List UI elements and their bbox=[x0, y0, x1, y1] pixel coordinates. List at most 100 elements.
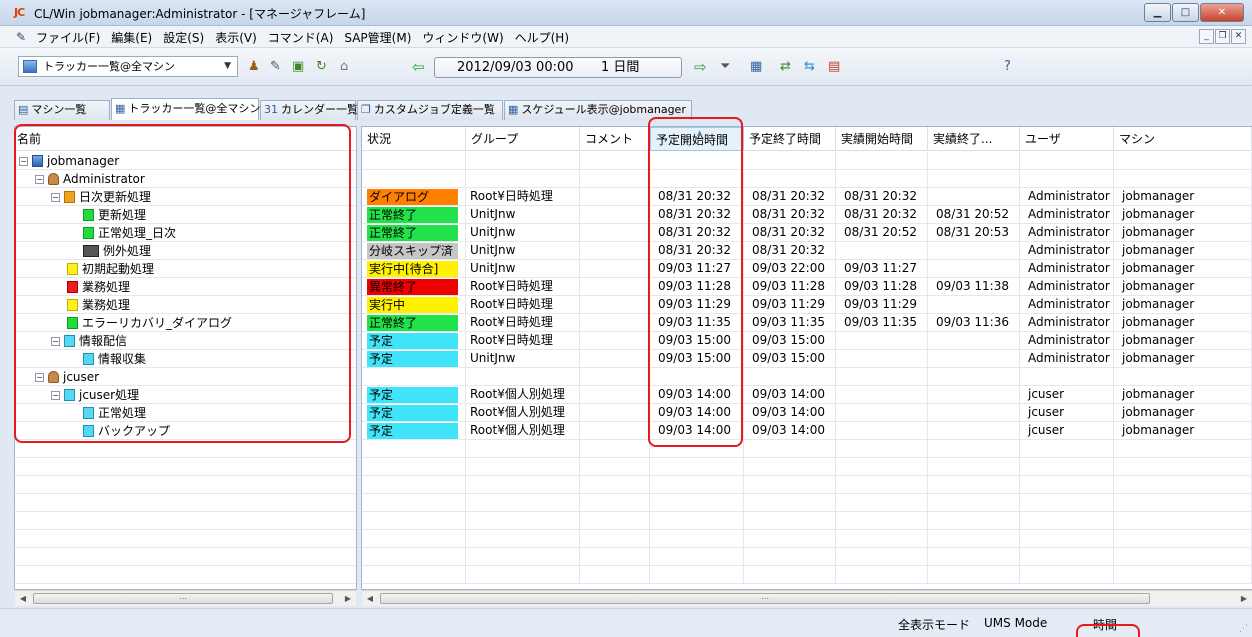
cell-comment bbox=[580, 332, 650, 349]
status-badge: ダイアログ bbox=[367, 189, 458, 205]
cell-status: 予定 bbox=[362, 350, 466, 367]
table-row[interactable]: 予定 Root¥日時処理 09/03 15:00 09/03 15:00 Adminis… bbox=[362, 332, 1252, 350]
tools-icon[interactable]: ✎ bbox=[270, 60, 281, 74]
toolbar: トラッカー一覧@全マシン ▼ ♟ ✎ ▣ ↻ ⌂ ⇦ 2012/09/03 00… bbox=[0, 48, 1252, 86]
cell-status bbox=[362, 548, 466, 565]
scroll-left-icon[interactable]: ◀ bbox=[362, 591, 378, 606]
scroll-right-icon[interactable]: ▶ bbox=[1236, 591, 1252, 606]
table-row[interactable]: 予定 Root¥個人別処理 09/03 14:00 09/03 14:00 jcuser… bbox=[362, 386, 1252, 404]
table-row bbox=[362, 476, 1252, 494]
table-row[interactable]: 正常終了 UnitJnw 08/31 20:32 08/31 20:32 08/31 2… bbox=[362, 224, 1252, 242]
menu-item-5[interactable]: SAP管理(M) bbox=[344, 29, 411, 46]
column-header-plan_end[interactable]: 予定終了時間 bbox=[744, 127, 836, 151]
scroll-thumb[interactable]: ⋯ bbox=[380, 593, 1150, 604]
prev-arrow-icon[interactable]: ⇦ bbox=[412, 60, 425, 75]
tree-row bbox=[15, 458, 356, 476]
sync-icon[interactable]: ⇄ bbox=[780, 60, 791, 74]
cell-status bbox=[362, 494, 466, 511]
refresh-icon[interactable]: ↻ bbox=[316, 60, 327, 74]
tab-2[interactable]: 31 カレンダー一覧 bbox=[260, 100, 358, 120]
scroll-left-icon[interactable]: ◀ bbox=[15, 591, 31, 606]
menu-item-2[interactable]: 設定(S) bbox=[163, 29, 204, 46]
mdi-close-button[interactable]: ✕ bbox=[1231, 29, 1246, 44]
column-header-act_end[interactable]: 実績終了... bbox=[928, 127, 1020, 151]
cell-machine bbox=[1114, 530, 1252, 547]
mdi-restore-button[interactable]: ❐ bbox=[1215, 29, 1230, 44]
next-arrow-icon[interactable]: ⇨ bbox=[694, 60, 707, 75]
date-range-box[interactable]: 2012/09/03 00:00 1 日間 bbox=[434, 57, 682, 78]
column-header-comment[interactable]: コメント bbox=[580, 127, 650, 151]
mdi-child-icon[interactable]: ✎ bbox=[16, 30, 26, 44]
maximize-button[interactable]: □ bbox=[1172, 3, 1199, 22]
menu-item-4[interactable]: コマンド(A) bbox=[268, 29, 334, 46]
filter-icon[interactable]: ⏷ bbox=[720, 60, 730, 74]
tab-0[interactable]: ▤ マシン一覧 bbox=[14, 100, 110, 120]
cell-group bbox=[466, 440, 580, 457]
grid-hscrollbar[interactable]: ◀ ⋯ ▶ bbox=[362, 590, 1252, 606]
table-row[interactable]: 実行中[待合] UnitJnw 09/03 11:27 09/03 22:00 09/0… bbox=[362, 260, 1252, 278]
column-header-machine[interactable]: マシン bbox=[1114, 127, 1252, 151]
tab-1[interactable]: ▦ トラッカー一覧@全マシン bbox=[111, 98, 260, 120]
menu-item-1[interactable]: 編集(E) bbox=[111, 29, 152, 46]
chevron-down-icon[interactable]: ▼ bbox=[224, 57, 231, 76]
cell-plan_start bbox=[650, 476, 744, 493]
cell-act_start: 09/03 11:28 bbox=[836, 278, 928, 295]
cell-act_start bbox=[836, 548, 928, 565]
print-icon[interactable]: ▦ bbox=[750, 60, 762, 74]
cell-plan_end bbox=[744, 512, 836, 529]
cell-act_start bbox=[836, 332, 928, 349]
menu-item-6[interactable]: ウィンドウ(W) bbox=[422, 29, 503, 46]
cell-act_start bbox=[836, 242, 928, 259]
scroll-right-icon[interactable]: ▶ bbox=[340, 591, 356, 606]
cell-act_start bbox=[836, 458, 928, 475]
column-header-act_start[interactable]: 実績開始時間 bbox=[836, 127, 928, 151]
cell-act_end bbox=[928, 422, 1020, 439]
column-header-group[interactable]: グループ bbox=[466, 127, 580, 151]
scroll-thumb[interactable]: ⋯ bbox=[33, 593, 333, 604]
menu-item-7[interactable]: ヘルプ(H) bbox=[515, 29, 569, 46]
user-icon[interactable]: ♟ bbox=[248, 60, 260, 74]
column-header-label: 実績終了... bbox=[933, 132, 993, 146]
table-row[interactable]: 実行中 Root¥日時処理 09/03 11:29 09/03 11:29 09/03 … bbox=[362, 296, 1252, 314]
column-header-user[interactable]: ユーザ bbox=[1020, 127, 1114, 151]
table-row[interactable]: 予定 Root¥個人別処理 09/03 14:00 09/03 14:00 jcuser… bbox=[362, 404, 1252, 422]
column-header-status[interactable]: 状況 bbox=[362, 127, 466, 151]
cell-plan_end: 09/03 14:00 bbox=[744, 386, 836, 403]
cell-plan_end bbox=[744, 368, 836, 385]
table-row[interactable] bbox=[362, 152, 1252, 170]
home-icon[interactable]: ⌂ bbox=[340, 60, 348, 74]
table-row[interactable]: 異常終了 Root¥日時処理 09/03 11:28 09/03 11:28 09/03… bbox=[362, 278, 1252, 296]
table-row[interactable] bbox=[362, 368, 1252, 386]
menu-item-3[interactable]: 表示(V) bbox=[215, 29, 257, 46]
machine-icon[interactable]: ▣ bbox=[292, 60, 304, 74]
close-button[interactable]: ✕ bbox=[1200, 3, 1244, 22]
resize-grip-icon[interactable]: ⋰ bbox=[1239, 624, 1248, 634]
help-icon[interactable]: ? bbox=[1004, 60, 1011, 74]
table-row[interactable]: 正常終了 Root¥日時処理 09/03 11:35 09/03 11:35 09/03… bbox=[362, 314, 1252, 332]
menu-item-0[interactable]: ファイル(F) bbox=[36, 29, 100, 46]
minimize-button[interactable]: ▁ bbox=[1144, 3, 1171, 22]
tab-3[interactable]: ❐ カスタムジョブ定義一覧 bbox=[357, 100, 503, 120]
tab-icon: ▤ bbox=[18, 103, 29, 116]
mdi-minimize-button[interactable]: _ bbox=[1199, 29, 1214, 44]
cell-machine bbox=[1114, 494, 1252, 511]
table-row[interactable]: 分岐スキップ済 UnitJnw 08/31 20:32 08/31 20:32 Admi… bbox=[362, 242, 1252, 260]
cell-act_start: 08/31 20:52 bbox=[836, 224, 928, 241]
cell-act_end bbox=[928, 170, 1020, 187]
sync-remote-icon[interactable]: ⇆ bbox=[804, 60, 815, 74]
cell-comment bbox=[580, 152, 650, 169]
table-row[interactable]: 正常終了 UnitJnw 08/31 20:32 08/31 20:32 08/31 2… bbox=[362, 206, 1252, 224]
status-badge: 異常終了 bbox=[367, 279, 458, 295]
cell-comment bbox=[580, 314, 650, 331]
tab-icon: ▦ bbox=[115, 102, 126, 115]
table-row[interactable]: 予定 UnitJnw 09/03 15:00 09/03 15:00 Administr… bbox=[362, 350, 1252, 368]
table-row[interactable]: ダイアログ Root¥日時処理 08/31 20:32 08/31 20:32 08/3… bbox=[362, 188, 1252, 206]
tree-hscrollbar[interactable]: ◀ ⋯ ▶ bbox=[15, 590, 356, 606]
cell-group: Root¥日時処理 bbox=[466, 188, 580, 205]
table-row[interactable] bbox=[362, 170, 1252, 188]
cell-status: 正常終了 bbox=[362, 206, 466, 223]
view-selector-combo[interactable]: トラッカー一覧@全マシン ▼ bbox=[18, 56, 238, 77]
new-calendar-icon[interactable]: ▤ bbox=[828, 60, 840, 74]
status-badge: 実行中 bbox=[367, 297, 458, 313]
table-row[interactable]: 予定 Root¥個人別処理 09/03 14:00 09/03 14:00 jcuser… bbox=[362, 422, 1252, 440]
